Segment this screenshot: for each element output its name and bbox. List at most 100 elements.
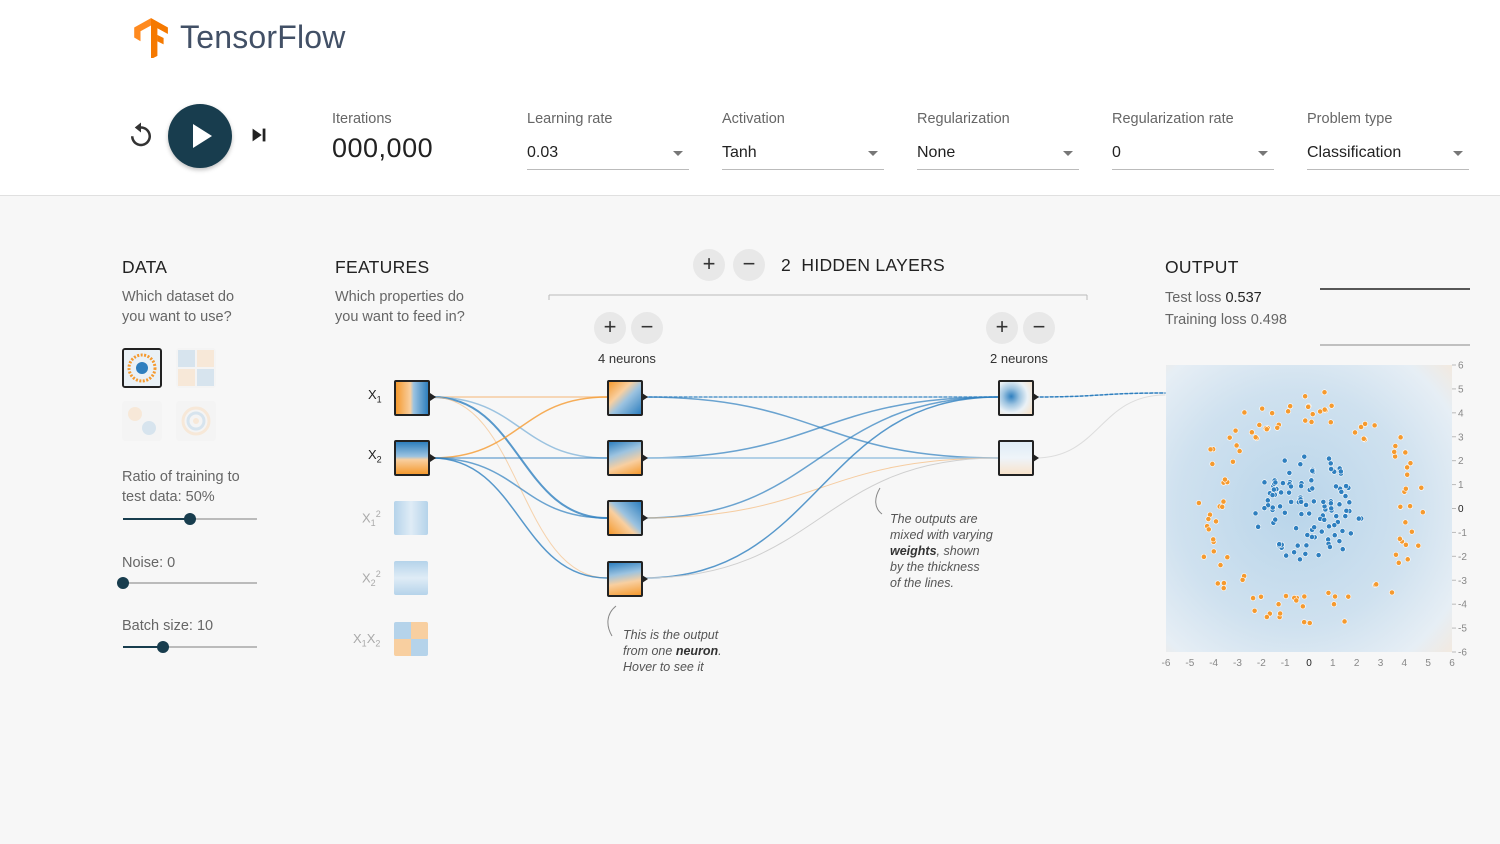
feature-x2-connector <box>430 454 436 462</box>
layer1-neuron[interactable] <box>607 440 643 476</box>
layer2-neuron-count: 2 neurons <box>990 351 1048 366</box>
data-point <box>1274 424 1281 431</box>
data-point <box>1210 536 1217 543</box>
data-point <box>1261 505 1268 512</box>
data-point <box>1301 619 1308 626</box>
data-point <box>1214 580 1221 587</box>
data-point <box>1224 554 1231 561</box>
y-tick-label: 6 <box>1458 361 1464 372</box>
data-point <box>1346 499 1353 506</box>
callout-text: , shown <box>936 544 980 558</box>
data-point <box>1256 422 1263 428</box>
data-point <box>1280 480 1286 486</box>
layer2-neuron[interactable] <box>998 380 1034 416</box>
data-point <box>1342 493 1349 499</box>
y-tick-label: -3 <box>1458 576 1467 587</box>
output-plot[interactable]: 6 5 4 3 2 1 0 -1 -2 -3 -4 -5 -6 -6 -5 -4 -3 -2 -1 0 1 2 3 4 5 6 <box>1160 360 1480 680</box>
feature-x1-squared[interactable] <box>394 501 428 535</box>
data-point <box>1327 419 1334 426</box>
data-point <box>1360 435 1367 442</box>
feature-x2-squared-label: X22 <box>362 569 381 588</box>
data-point <box>1220 498 1227 505</box>
data-point <box>1195 500 1202 506</box>
data-point <box>1210 548 1217 555</box>
layer1-neuron[interactable] <box>607 561 643 597</box>
layer2-neuron[interactable] <box>998 440 1034 476</box>
training-loss-value: 0.498 <box>1250 312 1287 328</box>
data-point <box>1275 601 1282 608</box>
data-point <box>1205 526 1212 533</box>
feature-x2-squared[interactable] <box>394 561 428 595</box>
feature-x1x2[interactable] <box>394 622 428 656</box>
data-point <box>1332 593 1338 600</box>
data-point <box>1277 610 1284 617</box>
data-point <box>1355 515 1362 522</box>
layer2-remove-neuron-button[interactable]: − <box>1023 312 1055 344</box>
training-loss: Training loss 0.498 <box>1165 312 1287 328</box>
data-point <box>1251 607 1258 614</box>
data-point <box>1221 580 1227 586</box>
data-point <box>1318 528 1325 535</box>
data-point <box>1308 477 1315 484</box>
add-layer-button[interactable]: + <box>693 249 725 281</box>
x-tick-label: 0 <box>1306 658 1312 669</box>
data-point <box>1321 516 1328 523</box>
output-section-title: OUTPUT <box>1165 257 1239 277</box>
feature-text: X <box>368 387 377 402</box>
data-point <box>1259 405 1266 412</box>
data-point <box>1269 504 1276 511</box>
data-point <box>1404 556 1411 563</box>
feature-x1-label: X1 <box>368 387 382 405</box>
layer1-neuron[interactable] <box>607 380 643 416</box>
data-point <box>1286 489 1292 496</box>
data-point <box>1327 544 1333 550</box>
data-point <box>1288 499 1295 505</box>
layer1-neuron[interactable] <box>607 500 643 536</box>
test-loss-value: 0.537 <box>1225 290 1262 306</box>
layer1-remove-neuron-button[interactable]: − <box>631 312 663 344</box>
data-point <box>1408 528 1415 535</box>
data-point <box>1391 448 1398 455</box>
data-point <box>1321 389 1328 396</box>
data-point <box>1419 509 1426 516</box>
data-point <box>1306 510 1313 517</box>
data-point <box>1397 503 1404 510</box>
data-point <box>1294 542 1301 549</box>
callout-line: by the thickness <box>890 560 980 574</box>
data-point <box>1331 522 1338 529</box>
data-point <box>1328 505 1335 512</box>
x-tick-label: 3 <box>1378 658 1384 669</box>
data-point <box>1263 614 1270 620</box>
remove-layer-button[interactable]: − <box>733 249 765 281</box>
data-point <box>1281 457 1288 464</box>
data-point <box>1252 510 1259 517</box>
feature-x1[interactable] <box>394 380 430 416</box>
data-point <box>1305 403 1312 410</box>
data-point <box>1264 497 1271 504</box>
data-point <box>1281 509 1288 516</box>
data-point <box>1271 486 1277 493</box>
layer2-add-neuron-button[interactable]: + <box>986 312 1018 344</box>
neuron-connector <box>1033 393 1039 401</box>
y-tick-label: -6 <box>1458 648 1467 659</box>
data-point <box>1255 523 1262 530</box>
data-point <box>1236 448 1243 454</box>
data-point <box>1200 553 1207 560</box>
callout-line: This is the output <box>623 628 719 642</box>
data-point <box>1269 492 1276 498</box>
data-point <box>1362 421 1368 427</box>
data-point <box>1302 417 1309 424</box>
feature-sub: 1 <box>376 394 382 405</box>
data-point <box>1209 461 1216 467</box>
data-point <box>1222 476 1228 483</box>
feature-sub: 2 <box>376 454 382 465</box>
test-loss-label: Test loss <box>1165 290 1226 306</box>
data-point <box>1407 503 1413 510</box>
feature-x2[interactable] <box>394 440 430 476</box>
layer1-add-neuron-button[interactable]: + <box>594 312 626 344</box>
y-tick-label: 2 <box>1458 456 1464 467</box>
feature-x1x2-label: X1X2 <box>353 631 380 649</box>
data-point <box>1261 479 1268 486</box>
data-point <box>1347 530 1354 537</box>
data-point <box>1326 455 1332 462</box>
